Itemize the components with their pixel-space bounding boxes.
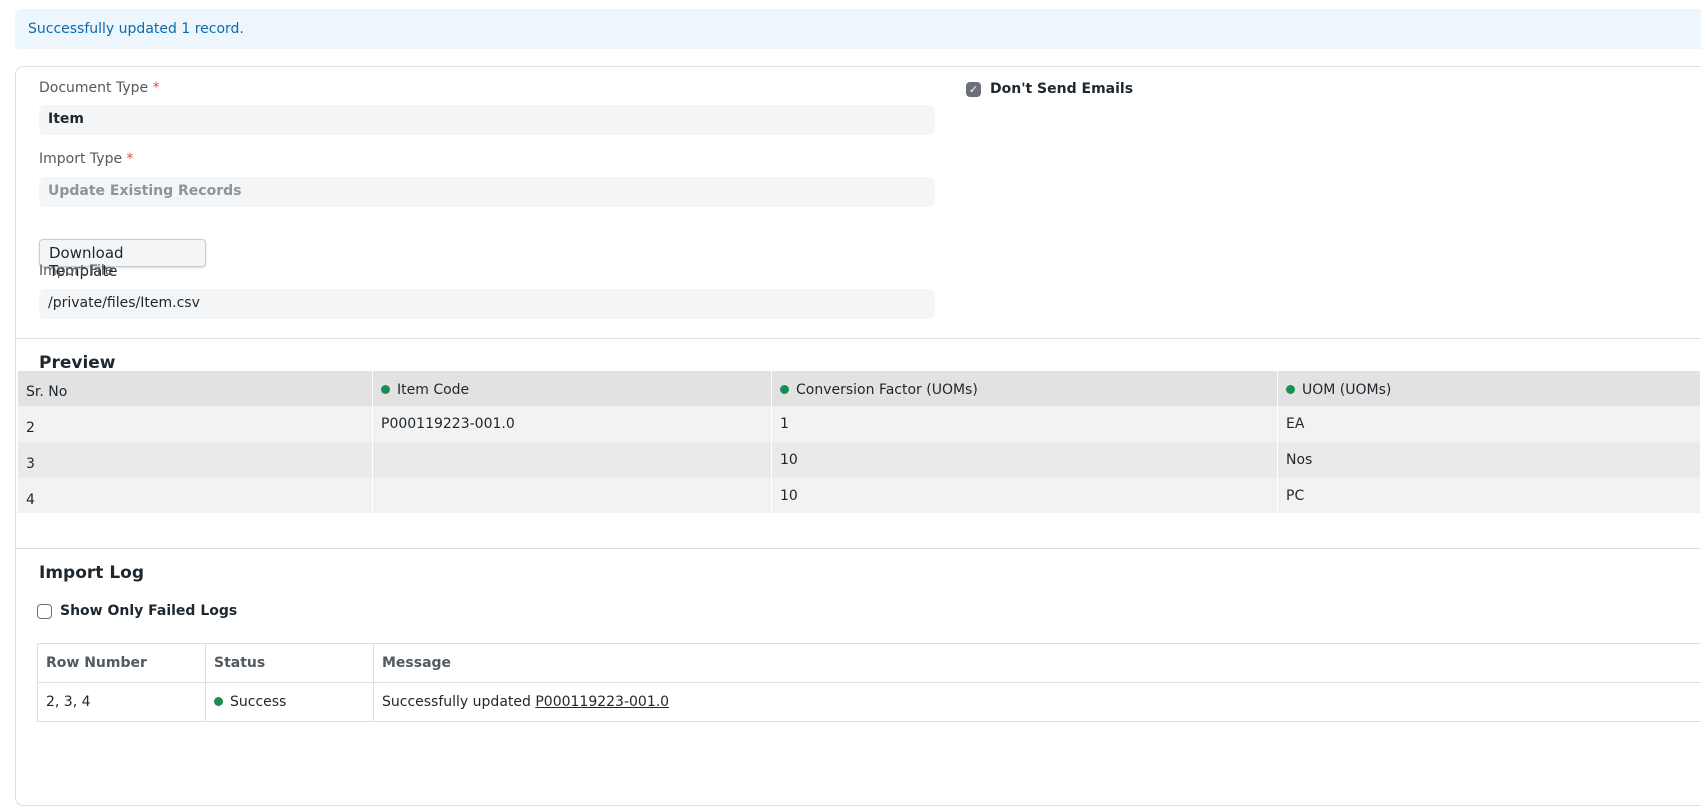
import-type-field[interactable]: Update Existing Records xyxy=(39,177,935,207)
sr-no-cell: 2 xyxy=(26,420,35,436)
column-header-row-number: Row Number xyxy=(38,644,206,683)
message-cell: Successfully updated P000119223-001.0 xyxy=(374,683,1701,722)
message-text: Successfully updated xyxy=(382,694,531,710)
status-text: Success xyxy=(230,694,287,710)
conversion-factor-cell: 1 xyxy=(780,416,789,432)
import-log-table: Row Number Status Message 2, 3, 4 Succes… xyxy=(37,643,1701,722)
import-type-value: Update Existing Records xyxy=(48,183,242,199)
column-header-status: Status xyxy=(206,644,374,683)
table-row: 4 10 PC xyxy=(18,478,1700,513)
column-header-item-code: Item Code xyxy=(373,371,771,407)
table-header: Sr. No Item Code Conversion Factor (UOMs… xyxy=(18,371,1700,406)
import-file-value: /private/files/Item.csv xyxy=(48,295,200,311)
column-header-message: Message xyxy=(382,655,452,671)
column-header-sr-no: Sr. No xyxy=(26,384,68,400)
table-row: 3 10 Nos xyxy=(18,442,1700,478)
item-code-cell xyxy=(373,442,771,478)
required-mark: * xyxy=(152,80,160,96)
uom-cell: Nos xyxy=(1286,452,1313,468)
import-file-field[interactable]: /private/files/Item.csv xyxy=(39,289,935,319)
sr-no-cell: 4 xyxy=(26,492,35,508)
conversion-factor-cell: 10 xyxy=(780,452,798,468)
table-row: 2 P000119223-001.0 1 EA xyxy=(18,406,1700,442)
show-only-failed-logs-checkbox[interactable] xyxy=(37,604,52,619)
uom-cell: EA xyxy=(1286,416,1305,432)
check-icon: ✓ xyxy=(968,83,979,96)
document-type-field[interactable]: Item xyxy=(39,105,935,135)
import-type-label: Import Type * xyxy=(39,151,134,167)
item-code-cell xyxy=(373,478,771,514)
dont-send-emails-checkbox[interactable]: ✓ xyxy=(966,82,981,97)
status-cell: Success xyxy=(206,683,374,722)
required-mark: * xyxy=(126,151,134,167)
row-number-cell: 2, 3, 4 xyxy=(38,683,206,722)
mapped-column-dot xyxy=(1286,385,1295,394)
success-alert: Successfully updated 1 record. xyxy=(15,9,1701,49)
item-code-cell: P000119223-001.0 xyxy=(381,416,515,432)
column-header-uom: UOM (UOMs) xyxy=(1278,371,1700,407)
conversion-factor-cell: 10 xyxy=(780,488,798,504)
document-type-label: Document Type * xyxy=(39,80,160,96)
record-link[interactable]: P000119223-001.0 xyxy=(535,694,669,710)
dont-send-emails-label: Don't Send Emails xyxy=(990,81,1134,97)
document-type-value: Item xyxy=(48,111,84,127)
import-file-label: Import File xyxy=(39,263,114,279)
preview-title: Preview xyxy=(39,353,116,373)
import-log-title: Import Log xyxy=(39,563,144,583)
section-divider xyxy=(16,548,1701,549)
sr-no-cell: 3 xyxy=(26,456,35,472)
table-header: Row Number Status Message xyxy=(38,644,1701,683)
mapped-column-dot xyxy=(381,385,390,394)
mapped-column-dot xyxy=(780,385,789,394)
section-divider xyxy=(16,338,1701,339)
preview-table: Sr. No Item Code Conversion Factor (UOMs… xyxy=(18,371,1700,513)
table-row: 2, 3, 4 Success Successfully updated P00… xyxy=(38,683,1701,722)
uom-cell: PC xyxy=(1286,488,1305,504)
alert-message: Successfully updated 1 record. xyxy=(28,21,244,37)
column-header-conversion-factor: Conversion Factor (UOMs) xyxy=(772,371,1277,407)
show-only-failed-logs-label: Show Only Failed Logs xyxy=(60,603,238,619)
success-status-dot xyxy=(214,697,223,706)
